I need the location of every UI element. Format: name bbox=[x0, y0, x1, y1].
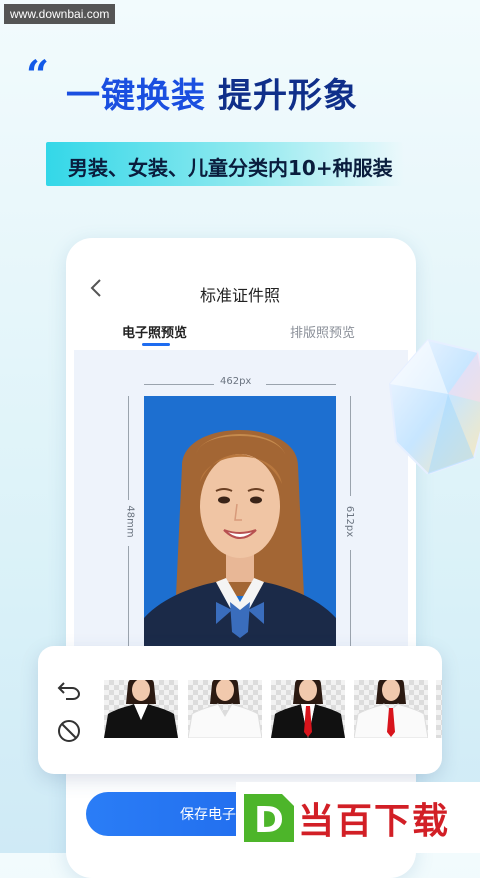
logo-letter: D bbox=[254, 800, 284, 841]
tab-layout-preview[interactable]: 排版照预览 bbox=[290, 322, 355, 341]
outfit-thumbnail-black-suit-white-shirt[interactable] bbox=[104, 680, 178, 738]
height-mm-label: 48mm bbox=[124, 505, 136, 538]
outfit-thumbnail-black-suit-red-tie[interactable] bbox=[271, 680, 345, 738]
id-photo bbox=[144, 396, 336, 650]
tab-electronic-preview[interactable]: 电子照预览 bbox=[122, 322, 187, 341]
site-watermark: www.downbai.com bbox=[4, 4, 116, 24]
width-label: 462px bbox=[216, 376, 256, 387]
logo-text: 当百下载 bbox=[298, 801, 451, 842]
quote-mark: “ bbox=[26, 52, 50, 99]
active-tab-indicator bbox=[142, 343, 170, 346]
hero-headline: 一键换装 提升形象 bbox=[66, 68, 358, 117]
headline-part1: 一键换装 bbox=[66, 76, 206, 116]
page-title: 标准证件照 bbox=[199, 286, 280, 305]
outfit-thumbnail-white-shirt[interactable] bbox=[188, 680, 262, 738]
undo-icon[interactable] bbox=[56, 676, 82, 702]
outfit-thumbnail-partial[interactable] bbox=[436, 680, 442, 738]
no-outfit-icon[interactable] bbox=[56, 718, 82, 744]
subtitle-text: 男装、女装、儿童分类内10+种服装 bbox=[68, 156, 393, 180]
height-mm-dimension: 48mm bbox=[124, 396, 136, 650]
width-dimension: 462px bbox=[144, 376, 336, 390]
subtitle-banner: 男装、女装、儿童分类内10+种服装 bbox=[46, 142, 404, 186]
save-button-label: 保存电子 bbox=[180, 807, 236, 823]
logo-d-icon: D bbox=[244, 794, 294, 842]
outfit-thumbnail-white-shirt-red-tie[interactable] bbox=[354, 680, 428, 738]
height-px-label: 612px bbox=[344, 505, 356, 538]
downbai-logo: D 当百下载 bbox=[236, 782, 480, 853]
height-px-dimension: 612px bbox=[344, 396, 356, 650]
headline-part2: 提升形象 bbox=[218, 76, 358, 116]
person-portrait bbox=[144, 430, 336, 650]
crystal-decoration bbox=[388, 338, 480, 474]
